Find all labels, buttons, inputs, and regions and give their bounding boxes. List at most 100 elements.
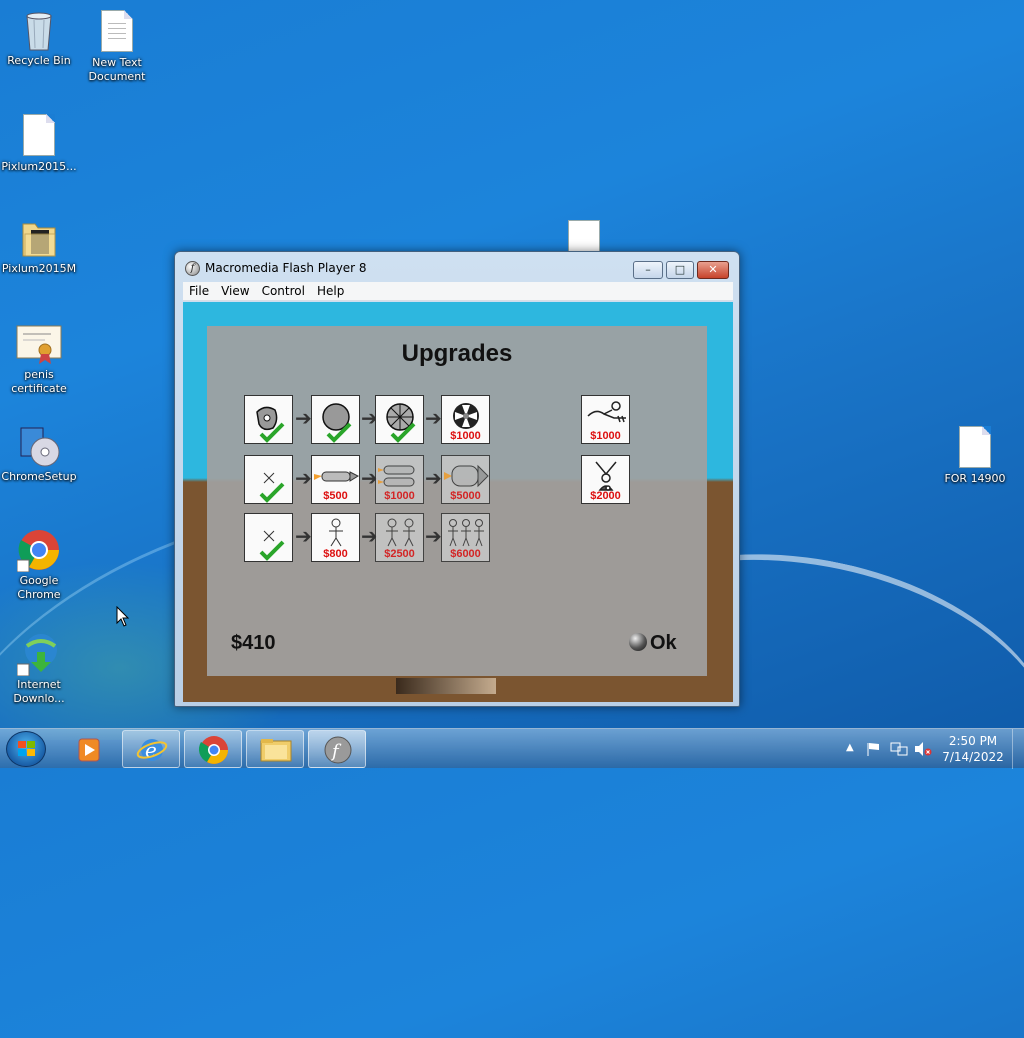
clock-date: 7/14/2022 <box>942 750 1004 764</box>
certificate-icon <box>16 322 62 366</box>
maximize-button[interactable]: □ <box>666 261 694 279</box>
menu-bar: File View Control Help <box>183 282 733 301</box>
internet-download-manager-icon <box>16 632 59 677</box>
check-icon <box>326 422 352 443</box>
price-label: $1000 <box>384 490 415 502</box>
flash-player-icon: f <box>185 261 200 276</box>
price-label: $500 <box>323 490 348 502</box>
desktop-icon-pixlum-file[interactable]: Pixlum2015... <box>1 114 77 174</box>
upgrade-tile-rocket-1[interactable] <box>244 455 293 504</box>
file-icon <box>19 114 59 158</box>
menu-help[interactable]: Help <box>311 282 350 300</box>
arrow-icon: ➔ <box>295 406 312 430</box>
internet-explorer-icon: e <box>136 738 168 762</box>
desktop-icon-certificate[interactable]: penis certificate <box>1 322 77 396</box>
upgrade-tile-extra-flyer[interactable]: $1000 <box>581 395 630 444</box>
menu-view[interactable]: View <box>215 282 255 300</box>
upgrade-tile-shield-3[interactable] <box>375 395 424 444</box>
volume-muted-icon[interactable] <box>914 741 932 757</box>
arrow-icon: ➔ <box>295 524 312 548</box>
taskbar-flash-player[interactable]: f <box>308 730 366 768</box>
upgrade-tile-rocket-3[interactable]: $1000 <box>375 455 424 504</box>
price-label: $1000 <box>450 430 481 442</box>
ok-button[interactable]: Ok <box>629 632 677 655</box>
start-button[interactable] <box>6 731 46 767</box>
arrow-icon: ➔ <box>425 406 442 430</box>
arrow-icon: ➔ <box>425 466 442 490</box>
desktop-icon-for-14900[interactable]: FOR 14900 <box>937 426 1013 486</box>
desktop-icon-internet-download-manager[interactable]: Internet Downlo... <box>1 632 77 706</box>
minimize-icon: – <box>645 263 651 276</box>
media-player-icon <box>78 738 100 762</box>
system-clock[interactable]: 2:50 PM 7/14/2022 <box>938 733 1008 765</box>
taskbar-media-player[interactable] <box>60 730 118 768</box>
taskbar: e f ▲ 2:50 PM 7/14/2022 <box>0 728 1024 769</box>
stage-ground-strip <box>396 678 496 694</box>
desktop-icon-google-chrome[interactable]: Google Chrome <box>1 528 77 602</box>
window-title: Macromedia Flash Player 8 <box>205 261 367 275</box>
desktop-icon-label: Pixlum2015M <box>1 262 77 275</box>
mouse-cursor-icon <box>116 606 130 627</box>
hidden-document-icon <box>568 220 600 252</box>
close-button[interactable]: ✕ <box>697 261 729 279</box>
upgrade-tile-shield-2[interactable] <box>311 395 360 444</box>
clock-time: 2:50 PM <box>948 734 998 748</box>
price-label: $800 <box>323 548 348 560</box>
desktop-icon-recycle-bin[interactable]: Recycle Bin <box>1 8 77 68</box>
file-explorer-icon <box>260 739 292 762</box>
menu-control[interactable]: Control <box>256 282 311 300</box>
taskbar-chrome[interactable] <box>184 730 242 768</box>
price-label: $2000 <box>590 490 621 502</box>
upgrade-tile-crew-1[interactable] <box>244 513 293 562</box>
upgrade-tile-shield-4[interactable]: $1000 <box>441 395 490 444</box>
arrow-icon: ➔ <box>295 466 312 490</box>
check-icon <box>390 422 416 443</box>
arrow-icon: ➔ <box>425 524 442 548</box>
upgrade-tile-crew-2[interactable]: $800 <box>311 513 360 562</box>
window-titlebar[interactable]: f Macromedia Flash Player 8 – □ ✕ <box>175 252 739 282</box>
ok-label: Ok <box>650 632 677 654</box>
upgrades-heading: Upgrades <box>401 340 513 367</box>
taskbar-internet-explorer[interactable]: e <box>122 730 180 768</box>
price-label: $2500 <box>384 548 415 560</box>
check-icon <box>259 482 285 503</box>
upgrade-tile-rocket-2[interactable]: $500 <box>311 455 360 504</box>
desktop-icon-pixlum-folder[interactable]: Pixlum2015M <box>1 216 77 276</box>
close-icon: ✕ <box>708 263 718 276</box>
upgrade-tile-rocket-4[interactable]: $5000 <box>441 455 490 504</box>
desktop-icon-label: Recycle Bin <box>7 54 71 67</box>
minimize-button[interactable]: – <box>633 261 663 279</box>
file-icon <box>955 426 995 470</box>
text-document-icon <box>97 10 137 54</box>
upgrade-tile-extra-bungee[interactable]: $2000 <box>581 455 630 504</box>
desktop-icon-new-text-document[interactable]: New Text Document <box>79 10 155 84</box>
desktop-icon-label: FOR 14900 <box>944 472 1006 485</box>
desktop-icon-label: Pixlum2015... <box>1 160 77 173</box>
flash-player-window: f Macromedia Flash Player 8 – □ ✕ File Vi… <box>174 251 740 707</box>
show-hidden-icons-icon[interactable]: ▲ <box>846 741 854 755</box>
network-icon[interactable] <box>890 741 908 757</box>
price-label: $6000 <box>450 548 481 560</box>
menu-file[interactable]: File <box>183 282 215 300</box>
installer-icon <box>19 424 60 468</box>
upgrade-tile-crew-4[interactable]: $6000 <box>441 513 490 562</box>
taskbar-file-explorer[interactable] <box>246 730 304 768</box>
upgrade-tile-shield-1[interactable] <box>244 395 293 444</box>
chrome-icon <box>16 528 59 573</box>
chrome-icon <box>198 736 228 764</box>
desktop-icon-label: New Text Document <box>88 56 146 83</box>
check-icon <box>259 422 285 443</box>
maximize-icon: □ <box>674 263 686 276</box>
upgrades-panel: Upgrades ➔ ➔ ➔ $1000 ➔ $500 ➔ $1000 ➔ $5… <box>207 326 707 676</box>
desktop-icon-chromesetup[interactable]: ChromeSetup <box>1 424 77 484</box>
price-label: $5000 <box>450 490 481 502</box>
desktop-icon-label: ChromeSetup <box>1 470 77 483</box>
price-label: $1000 <box>590 430 621 442</box>
flash-player-icon: f <box>324 736 352 764</box>
flash-stage[interactable]: Upgrades ➔ ➔ ➔ $1000 ➔ $500 ➔ $1000 ➔ $5… <box>183 302 733 702</box>
check-icon <box>259 540 285 561</box>
money-display: $410 <box>231 632 276 654</box>
show-desktop-button[interactable] <box>1012 729 1024 769</box>
action-center-flag-icon[interactable] <box>866 741 882 757</box>
upgrade-tile-crew-3[interactable]: $2500 <box>375 513 424 562</box>
